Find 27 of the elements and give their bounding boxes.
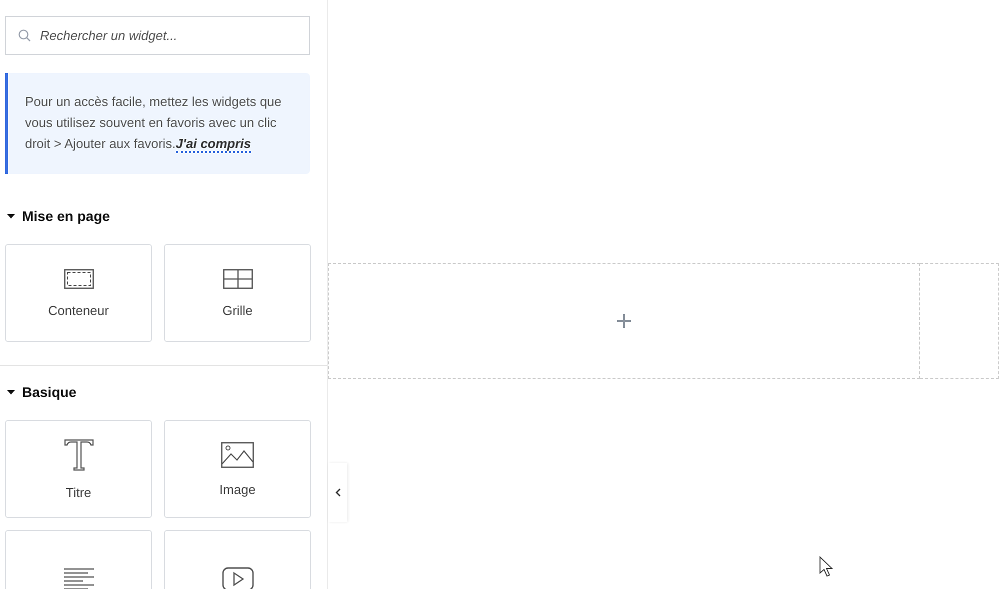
image-icon <box>221 442 254 468</box>
notice-text: Pour un accès facile, mettez les widgets que vous utilisez souvent en favoris avec un clic droit > Ajouter aux favoris.J'ai compris <box>25 93 283 154</box>
collapse-panel-button[interactable] <box>328 463 347 522</box>
widget-card[interactable]: Image <box>164 420 311 518</box>
widget-label: Conteneur <box>48 302 109 318</box>
widget-card[interactable]: Grille <box>164 244 311 342</box>
got-it-link[interactable]: J'ai compris <box>176 136 252 153</box>
dashed-rectangle-icon <box>64 268 94 288</box>
caret-icon[interactable] <box>6 387 16 397</box>
mouse-pointer-icon <box>819 556 835 578</box>
widget-label: Titre <box>66 484 92 500</box>
text-lines-icon <box>62 568 94 589</box>
search-field[interactable]: Rechercher un widget... <box>5 16 310 55</box>
caret-icon[interactable] <box>6 211 16 221</box>
chevron-left-icon <box>334 488 340 497</box>
widget-card[interactable]: Conteneur <box>5 244 152 342</box>
letter-t-icon <box>64 438 94 470</box>
section-title[interactable]: Basique <box>22 384 76 400</box>
section-title[interactable]: Mise en page <box>22 208 110 224</box>
grid-icon <box>222 268 252 288</box>
play-icon <box>222 567 254 589</box>
search-icon <box>18 29 31 42</box>
plus-icon[interactable] <box>616 313 632 329</box>
widget-card[interactable]: Titre <box>5 420 152 518</box>
widget-label: Image <box>219 482 256 496</box>
widget-label: Grille <box>222 302 253 318</box>
empty-column[interactable] <box>920 263 999 379</box>
